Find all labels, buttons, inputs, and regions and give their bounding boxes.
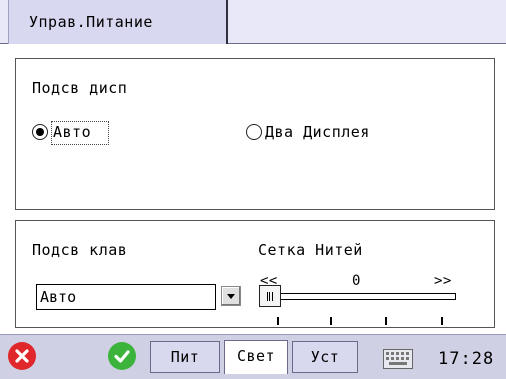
radio-auto[interactable] [32,124,48,140]
taskbar: Пит Свет Уст 17:28 [0,334,506,379]
radio-two-displays-label[interactable]: Два Дисплея [265,123,370,141]
reticle-value: 0 [352,273,361,289]
tab-bar: Управ.Питание [0,0,506,44]
close-icon[interactable] [8,342,36,370]
slider-tick [441,317,443,325]
slider-tick [330,317,332,325]
taskbar-button-power[interactable]: Пит [150,341,220,373]
radio-auto-label[interactable]: Авто [53,123,91,141]
reticle-slider-track[interactable] [270,293,456,300]
taskbar-button-settings[interactable]: Уст [292,341,358,373]
close-icon-glyph [15,349,29,363]
chevron-down-icon[interactable] [221,286,241,306]
reticle-heading: Сетка Нитей [258,241,363,259]
slider-tick [277,317,279,325]
reticle-increase-label[interactable]: >> [434,273,452,289]
display-backlight-heading: Подсв дисп [32,79,128,97]
grip-icon [267,292,273,301]
clock: 17:28 [438,349,495,369]
radio-two-displays[interactable] [246,124,262,140]
check-icon-glyph [114,350,130,363]
taskbar-button-light[interactable]: Свет [224,340,288,374]
tab-power-management[interactable]: Управ.Питание [8,0,228,44]
keyboard-icon-glyph [383,349,413,369]
keyboard-reticle-group: Подсв клав Авто Сетка Нитей << 0 >> [15,220,495,328]
ok-check-icon[interactable] [108,342,136,370]
keyboard-icon[interactable] [383,349,413,373]
slider-tick [385,317,387,325]
keyboard-backlight-heading: Подсв клав [32,241,128,259]
keyboard-backlight-select[interactable]: Авто [36,284,216,310]
reticle-slider-thumb[interactable] [259,285,281,307]
display-backlight-group: Подсв дисп Авто Два Дисплея [15,58,495,210]
